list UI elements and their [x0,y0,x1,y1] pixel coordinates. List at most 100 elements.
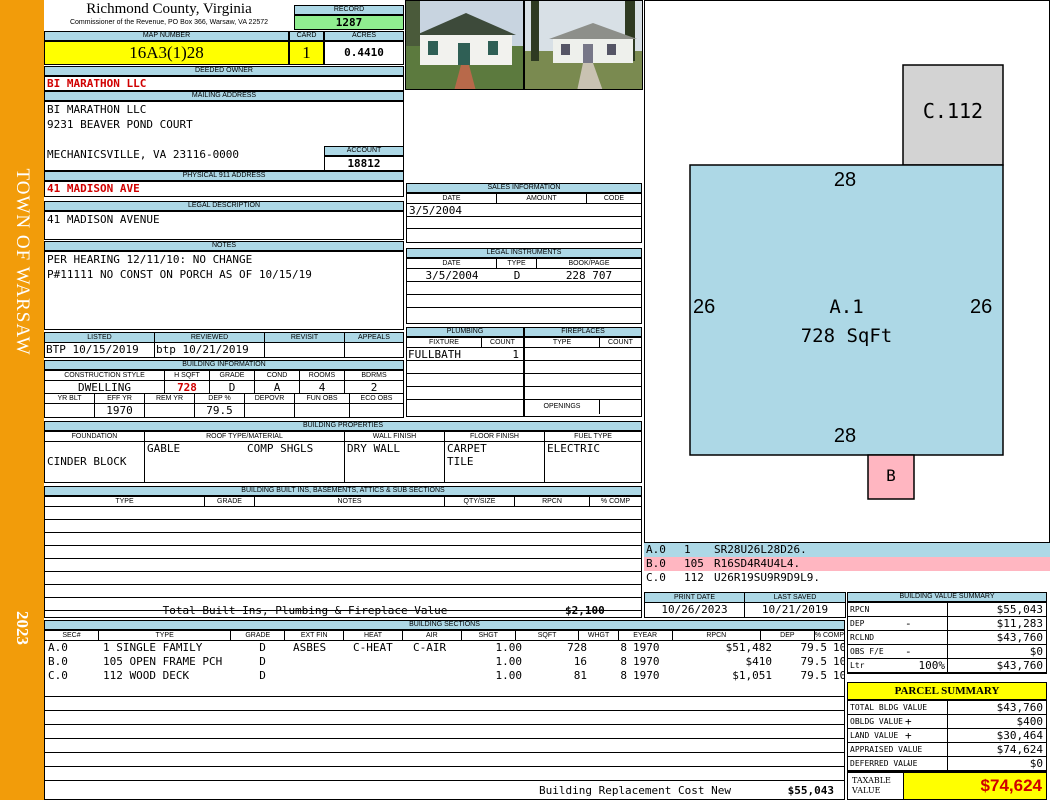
summary-label: RCLND [850,633,875,642]
section-cell: 79.5 [800,641,828,654]
wall-header: WALL FINISH [345,432,444,442]
bi-remyr-header: REM YR [145,394,195,403]
sketch-legend: A.0 1 SR28U26L28D26. B.0 105 R16SD4R4U4L… [644,543,1050,587]
foundation-value: CINDER BLOCK [47,455,127,468]
sales-date: 3/5/2004 [407,204,641,217]
summary-sign: - [903,617,948,630]
plumbing-table: FIXTURE COUNT FULLBATH 1 [406,337,524,417]
section-cell: $1,051 [732,669,772,682]
summary-label: DEFERRED VALUE [850,759,918,768]
legend-row: C.0 112 U26R19SU9R9D9L9. [644,571,1050,585]
summary-value: $74,624 [996,743,1043,756]
section-cell: D [259,641,266,654]
legend-row: A.0 1 SR28U26L28D26. [644,543,1050,557]
summary-row: OBLDG VALUE + $400 [848,715,1046,729]
section-cell: 1970 [633,669,660,682]
building-sketch: C.112 A.1 728 SqFt 28 28 26 26 B [644,0,1050,543]
section-row: C.0 112 WOOD DECK D 1.00 81 8 1970 $1,051 79.5 10… [45,669,844,683]
section-cell: 1.00 [495,669,523,682]
section-cell: 100% [833,641,844,654]
bi-depovr-header: DEPOVR [245,394,295,403]
bit-rpcn-header: RPCN [515,497,590,506]
sketch-dim-left: 26 [693,296,716,318]
acres-label: ACRES [324,31,404,41]
listed-header: LISTED [45,333,155,342]
roof-header: ROOF TYPE/MATERIAL [145,432,344,442]
building-properties-title: BUILDING PROPERTIES [44,421,642,431]
bi-bdrms: 2 [370,381,378,394]
legal-description-label: LEGAL DESCRIPTION [44,201,404,211]
summary-row: RPCN $55,043 [848,603,1046,617]
section-cell: 100% [833,669,844,682]
notes-label: NOTES [44,241,404,251]
section-cell: C-HEAT [353,641,393,654]
sketch-dim-top: 28 [833,169,857,191]
section-col-header: GRADE [231,631,286,640]
summary-value: $400 [1016,715,1044,728]
building-sections-table: SEC# TYPE GRADE EXT FIN HEAT AIR SHGT SQFT WHGT E… [44,630,845,800]
summary-value: $0 [1029,757,1043,770]
parcel-summary-title: PARCEL SUMMARY [847,682,1047,700]
section-cell: 8 [620,655,627,668]
account-label: ACCOUNT [324,146,404,156]
bi-bdrms-header: BDRMS [361,372,387,379]
bi-cond: A [255,381,300,394]
section-row: A.0 1 SINGLE FAMILY D ASBES C-HEAT C-AIR 1.00 7… [45,641,844,655]
summary-sign [903,743,948,756]
taxable-value-row: TAXABLE VALUE $74,624 [847,772,1047,800]
section-col-header: HEAT [344,631,403,640]
section-col-header: SHGT [462,631,516,640]
legend-trace: U26R19SU9R9D9L9. [714,571,820,584]
summary-label: APPRAISED VALUE [850,745,923,754]
section-cell: A.0 [48,641,68,654]
summary-value: $43,760 [996,631,1043,644]
appeals-header: APPEALS [358,334,390,341]
plumbing-title: PLUMBING [406,327,524,337]
fireplace-openings-label: OPENINGS [525,400,600,414]
bi-grade: D [210,381,255,394]
bvs-title: BUILDING VALUE SUMMARY [847,592,1047,602]
legend-code: 1 [684,543,691,556]
house-photo-front [405,0,524,90]
section-cell: 112 WOOD DECK [103,669,190,682]
section-col-header: AIR [403,631,462,640]
section-cell: ASBES [293,641,327,654]
summary-label: OBLDG VALUE [850,717,903,726]
sales-amount-header: AMOUNT [497,194,587,203]
summary-value: $55,043 [996,603,1043,616]
summary-row: APPRAISED VALUE $74,624 [848,743,1046,757]
fireplaces-title: FIREPLACES [524,327,642,337]
legal-instruments-title: LEGAL INSTRUMENTS [406,248,642,258]
reviewed-header: REVIEWED [155,333,265,342]
last-saved-header: LAST SAVED [773,594,817,601]
section-cell: C-AIR [413,641,447,654]
section-cell: 1.00 [495,641,523,654]
brcn-label: Building Replacement Cost New [538,784,732,797]
section-cell: 16 [573,655,587,668]
section-cell: C.0 [48,669,68,682]
bit-comp-header: % COMP [600,498,631,505]
section-col-header: TYPE [99,631,232,640]
section-cell: 1.00 [495,655,523,668]
building-properties-table: FOUNDATION CINDER BLOCK ROOF TYPE/MATERI… [44,431,642,483]
fireplace-type-header: TYPE [525,338,600,347]
physical-address-label: PHYSICAL 911 ADDRESS [44,171,404,181]
section-cell: 8 [620,669,627,682]
bvs-table: RPCN $55,043 DEP - $11,283 RCLND $43,760 OBS F/… [847,602,1047,674]
section-cell: 100% [833,655,844,668]
floor-finish-1: CARPET [447,442,487,455]
section-cell: 1 SINGLE FAMILY [103,641,203,654]
plumbing-count: 1 [512,348,519,361]
summary-sign: - [903,645,948,658]
section-cell: 81 [573,669,587,682]
acres-value: 0.4410 [324,41,404,65]
physical-address: 41 MADISON AVE [44,181,404,197]
bi-hsqft: 728 [165,381,210,394]
bi-dep-header: DEP % [195,394,245,403]
summary-sign [903,603,948,616]
li-type: D [513,269,521,282]
summary-label: DEP [850,619,865,628]
bi-ecoobs-header: ECO OBS [360,395,393,402]
summary-row: DEP - $11,283 [848,617,1046,631]
map-number: 16A3(1)28 [44,41,289,65]
